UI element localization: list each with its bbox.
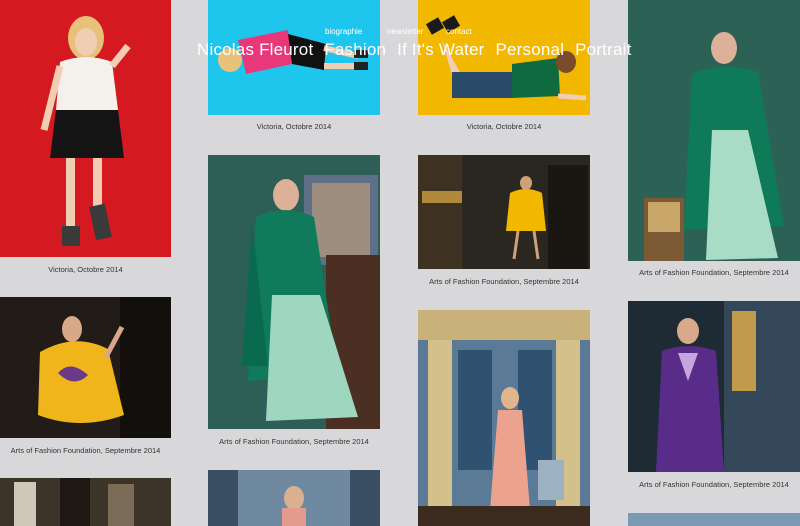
gallery-photo-victoria-red[interactable] [0,0,171,257]
photo-caption: Arts of Fashion Foundation, Septembre 20… [639,480,789,489]
interior-photo-icon [0,478,171,526]
gallery-photo-yellow-dress[interactable] [0,297,171,438]
gallery-photo-next[interactable] [628,513,800,526]
gallery-photo-palace[interactable] [418,310,590,526]
photo-caption: Victoria, Octobre 2014 [256,122,332,131]
woman-dark-interior-icon [418,155,590,269]
gallery-photo-green-coat-2[interactable] [628,0,800,261]
nav-link-if-its-water[interactable]: If It's Water [397,40,484,59]
woman-yellow-dress-icon [0,297,171,438]
gallery-photo-purple-dress[interactable] [628,301,800,472]
nav-link-biographie[interactable]: biographie [325,27,362,36]
gallery-photo-interior[interactable] [208,470,380,526]
nav-link-newsletter[interactable]: newsletter [387,27,423,36]
interior-photo-icon [208,470,380,526]
woman-palace-pink-dress-icon [418,310,590,526]
main-navigation: Nicolas Fleurot Fashion If It's Water Pe… [197,40,632,60]
photo-caption: Arts of Fashion Foundation, Septembre 20… [429,277,579,286]
photo-caption: Victoria, Octobre 2014 [48,265,123,274]
woman-purple-dress-icon [628,301,800,472]
photo-caption: Arts of Fashion Foundation, Septembre 20… [219,437,369,446]
photo-caption: Arts of Fashion Foundation, Septembre 20… [10,446,161,455]
woman-green-coat-icon [208,155,380,429]
nav-link-fashion[interactable]: Fashion [324,40,386,59]
nav-link-portrait[interactable]: Portrait [575,40,631,59]
gallery-photo-dark-interior[interactable] [418,155,590,269]
nav-link-contact[interactable]: contact [446,27,472,36]
photo-caption: Arts of Fashion Foundation, Septembre 20… [639,268,789,277]
gallery-photo-green-coat[interactable] [208,155,380,429]
woman-red-backdrop-icon [0,0,171,257]
nav-link-personal[interactable]: Personal [495,40,564,59]
site-name[interactable]: Nicolas Fleurot [197,40,313,59]
gallery-photo-interior[interactable] [0,478,171,526]
woman-green-coat-icon [628,0,800,261]
photo-caption: Victoria, Octobre 2014 [466,122,542,131]
photo-placeholder-icon [628,513,800,526]
